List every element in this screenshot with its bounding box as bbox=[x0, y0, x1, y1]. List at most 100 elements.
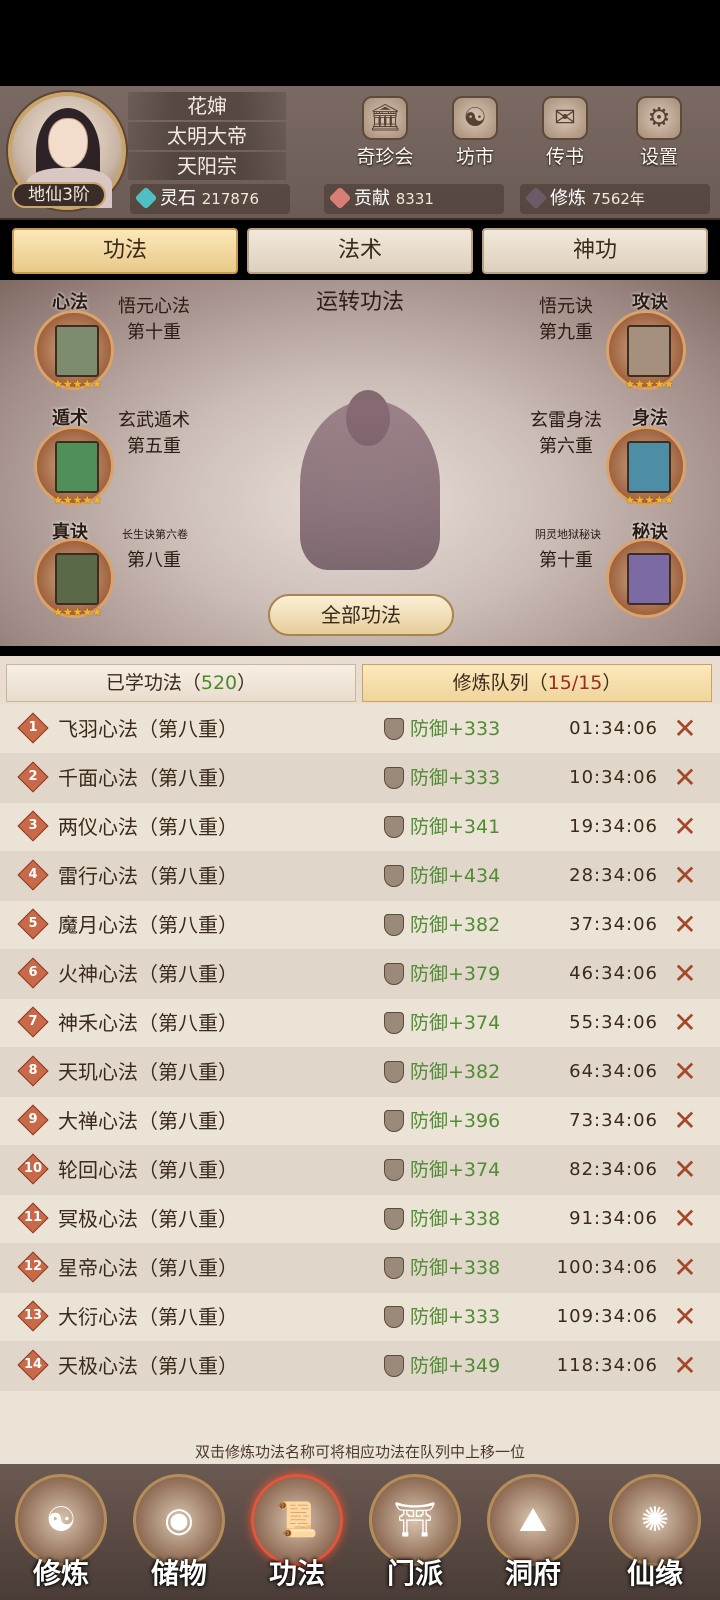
spirit-stone-counter: 灵石 217876 bbox=[130, 184, 290, 214]
defense-bonus: 防御+341 bbox=[410, 816, 501, 838]
technique-name[interactable]: 天玑心法（第八重） bbox=[58, 1047, 238, 1097]
slot-true-formula[interactable]: ★★★★★ bbox=[34, 538, 114, 619]
remove-icon[interactable]: ✕ bbox=[670, 1204, 700, 1234]
remove-icon[interactable]: ✕ bbox=[670, 1155, 700, 1185]
treasure-shop-button[interactable]: 🏛 奇珍会 bbox=[350, 96, 420, 168]
remove-icon[interactable]: ✕ bbox=[670, 763, 700, 793]
technique-name[interactable]: 天极心法（第八重） bbox=[58, 1341, 238, 1391]
remove-icon[interactable]: ✕ bbox=[670, 861, 700, 891]
remove-icon[interactable]: ✕ bbox=[670, 1253, 700, 1283]
queue-index: 13 bbox=[23, 1308, 43, 1323]
book-icon bbox=[55, 441, 99, 493]
slot-stars: ★★★★★ bbox=[52, 377, 103, 391]
treasure-shop-label: 奇珍会 bbox=[356, 146, 414, 168]
slot-escape-art[interactable]: ★★★★★ bbox=[34, 426, 114, 507]
contribution-label: 贡献 bbox=[354, 188, 390, 209]
slot-movement-art[interactable]: ★★★★★ bbox=[606, 426, 686, 507]
contribution-icon bbox=[328, 186, 352, 210]
defense-bonus: 防御+374 bbox=[410, 1012, 501, 1034]
nav-cultivate[interactable]: ☯ 修炼 bbox=[6, 1474, 116, 1594]
status-bar bbox=[0, 0, 720, 86]
technique-name[interactable]: 千面心法（第八重） bbox=[58, 753, 238, 803]
shield-icon bbox=[384, 1257, 404, 1279]
tab-cultivation-queue[interactable]: 修炼队列（15/15） bbox=[362, 664, 712, 702]
technique-name[interactable]: 轮回心法（第八重） bbox=[58, 1145, 238, 1195]
slot-stars: ★★★★★ bbox=[624, 377, 675, 391]
queue-row[interactable]: 10 轮回心法（第八重） 防御+374 82:34:06 ✕ bbox=[0, 1145, 720, 1195]
remaining-time: 91:34:06 bbox=[569, 1208, 658, 1229]
slot-escape-art-info: 玄武遁术 第五重 bbox=[104, 408, 204, 460]
technique-name[interactable]: 飞羽心法（第八重） bbox=[58, 704, 238, 754]
nav-cave[interactable]: ⛰ 洞府 bbox=[478, 1474, 588, 1594]
slot-attack-formula-info: 悟元诀 第九重 bbox=[516, 294, 616, 346]
nav-destiny-label: 仙缘 bbox=[626, 1557, 683, 1590]
remove-icon[interactable]: ✕ bbox=[670, 910, 700, 940]
spirit-stone-value: 217876 bbox=[201, 190, 259, 208]
shield-icon bbox=[384, 865, 404, 887]
technique-name[interactable]: 两仪心法（第八重） bbox=[58, 802, 238, 852]
slot-secret-formula[interactable] bbox=[606, 538, 686, 618]
remaining-time: 28:34:06 bbox=[569, 865, 658, 886]
remove-icon[interactable]: ✕ bbox=[670, 1106, 700, 1136]
remaining-time: 01:34:06 bbox=[569, 718, 658, 739]
queue-row[interactable]: 5 魔月心法（第八重） 防御+382 37:34:06 ✕ bbox=[0, 900, 720, 950]
shield-icon bbox=[384, 1012, 404, 1034]
defense-bonus: 防御+349 bbox=[410, 1355, 501, 1377]
queue-count: 15/15 bbox=[547, 672, 603, 694]
nav-technique[interactable]: 📜 功法 bbox=[242, 1474, 352, 1594]
shield-icon bbox=[384, 1355, 404, 1377]
slot-attack-formula[interactable]: ★★★★★ bbox=[606, 310, 686, 391]
defense-bonus: 防御+338 bbox=[410, 1208, 501, 1230]
all-techniques-button[interactable]: 全部功法 bbox=[268, 594, 454, 636]
remove-icon[interactable]: ✕ bbox=[670, 1302, 700, 1332]
queue-row[interactable]: 3 两仪心法（第八重） 防御+341 19:34:06 ✕ bbox=[0, 802, 720, 852]
queue-row[interactable]: 1 飞羽心法（第八重） 防御+333 01:34:06 ✕ bbox=[0, 704, 720, 754]
slot-heart-method-info: 悟元心法 第十重 bbox=[104, 294, 204, 346]
queue-row[interactable]: 4 雷行心法（第八重） 防御+434 28:34:06 ✕ bbox=[0, 851, 720, 901]
queue-row[interactable]: 11 冥极心法（第八重） 防御+338 91:34:06 ✕ bbox=[0, 1194, 720, 1244]
technique-name[interactable]: 神禾心法（第八重） bbox=[58, 998, 238, 1048]
slot-movement-art-info: 玄雷身法 第六重 bbox=[516, 408, 616, 460]
queue-row[interactable]: 6 火神心法（第八重） 防御+379 46:34:06 ✕ bbox=[0, 949, 720, 999]
slot-heart-method[interactable]: ★★★★★ bbox=[34, 310, 114, 391]
nav-sect-label: 门派 bbox=[386, 1557, 443, 1590]
remove-icon[interactable]: ✕ bbox=[670, 1351, 700, 1381]
remove-icon[interactable]: ✕ bbox=[670, 812, 700, 842]
queue-row[interactable]: 13 大衍心法（第八重） 防御+333 109:34:06 ✕ bbox=[0, 1292, 720, 1342]
shield-icon bbox=[384, 1061, 404, 1083]
defense-bonus: 防御+379 bbox=[410, 963, 501, 985]
technique-name[interactable]: 大禅心法（第八重） bbox=[58, 1096, 238, 1146]
player-name: 花婶 bbox=[128, 92, 286, 120]
tab-spell[interactable]: 法术 bbox=[247, 228, 473, 274]
tab-learned-techniques[interactable]: 已学功法（520） bbox=[6, 664, 356, 702]
technique-name[interactable]: 冥极心法（第八重） bbox=[58, 1194, 238, 1244]
slot-movement-art-level: 第六重 bbox=[539, 436, 593, 457]
technique-name[interactable]: 雷行心法（第八重） bbox=[58, 851, 238, 901]
queue-index: 2 bbox=[28, 769, 38, 784]
queue-row[interactable]: 2 千面心法（第八重） 防御+333 10:34:06 ✕ bbox=[0, 753, 720, 803]
technique-name[interactable]: 火神心法（第八重） bbox=[58, 949, 238, 999]
queue-index: 10 bbox=[23, 1161, 43, 1176]
settings-button[interactable]: ⚙ 设置 bbox=[624, 96, 694, 168]
tab-divine-skill[interactable]: 神功 bbox=[482, 228, 708, 274]
remove-icon[interactable]: ✕ bbox=[670, 1057, 700, 1087]
player-title: 太明大帝 bbox=[128, 122, 286, 150]
queue-row[interactable]: 14 天极心法（第八重） 防御+349 118:34:06 ✕ bbox=[0, 1341, 720, 1391]
remove-icon[interactable]: ✕ bbox=[670, 1008, 700, 1038]
nav-sect[interactable]: ⛩ 门派 bbox=[360, 1474, 470, 1594]
technique-name[interactable]: 魔月心法（第八重） bbox=[58, 900, 238, 950]
technique-name[interactable]: 大衍心法（第八重） bbox=[58, 1292, 238, 1342]
nav-storage[interactable]: ◉ 储物 bbox=[124, 1474, 234, 1594]
remove-icon[interactable]: ✕ bbox=[670, 959, 700, 989]
technique-scene: 运转功法 心法 ★★★★★ 悟元心法 第十重 遁术 ★★★★★ 玄武遁术 第五重… bbox=[0, 280, 720, 646]
remove-icon[interactable]: ✕ bbox=[670, 714, 700, 744]
queue-row[interactable]: 8 天玑心法（第八重） 防御+382 64:34:06 ✕ bbox=[0, 1047, 720, 1097]
queue-row[interactable]: 7 神禾心法（第八重） 防御+374 55:34:06 ✕ bbox=[0, 998, 720, 1048]
mail-button[interactable]: ✉ 传书 bbox=[530, 96, 600, 168]
tab-technique[interactable]: 功法 bbox=[12, 228, 238, 274]
nav-destiny[interactable]: ✺ 仙缘 bbox=[600, 1474, 710, 1594]
technique-name[interactable]: 星帝心法（第八重） bbox=[58, 1243, 238, 1293]
market-button[interactable]: ☯ 坊市 bbox=[440, 96, 510, 168]
queue-row[interactable]: 12 星帝心法（第八重） 防御+338 100:34:06 ✕ bbox=[0, 1243, 720, 1293]
queue-row[interactable]: 9 大禅心法（第八重） 防御+396 73:34:06 ✕ bbox=[0, 1096, 720, 1146]
